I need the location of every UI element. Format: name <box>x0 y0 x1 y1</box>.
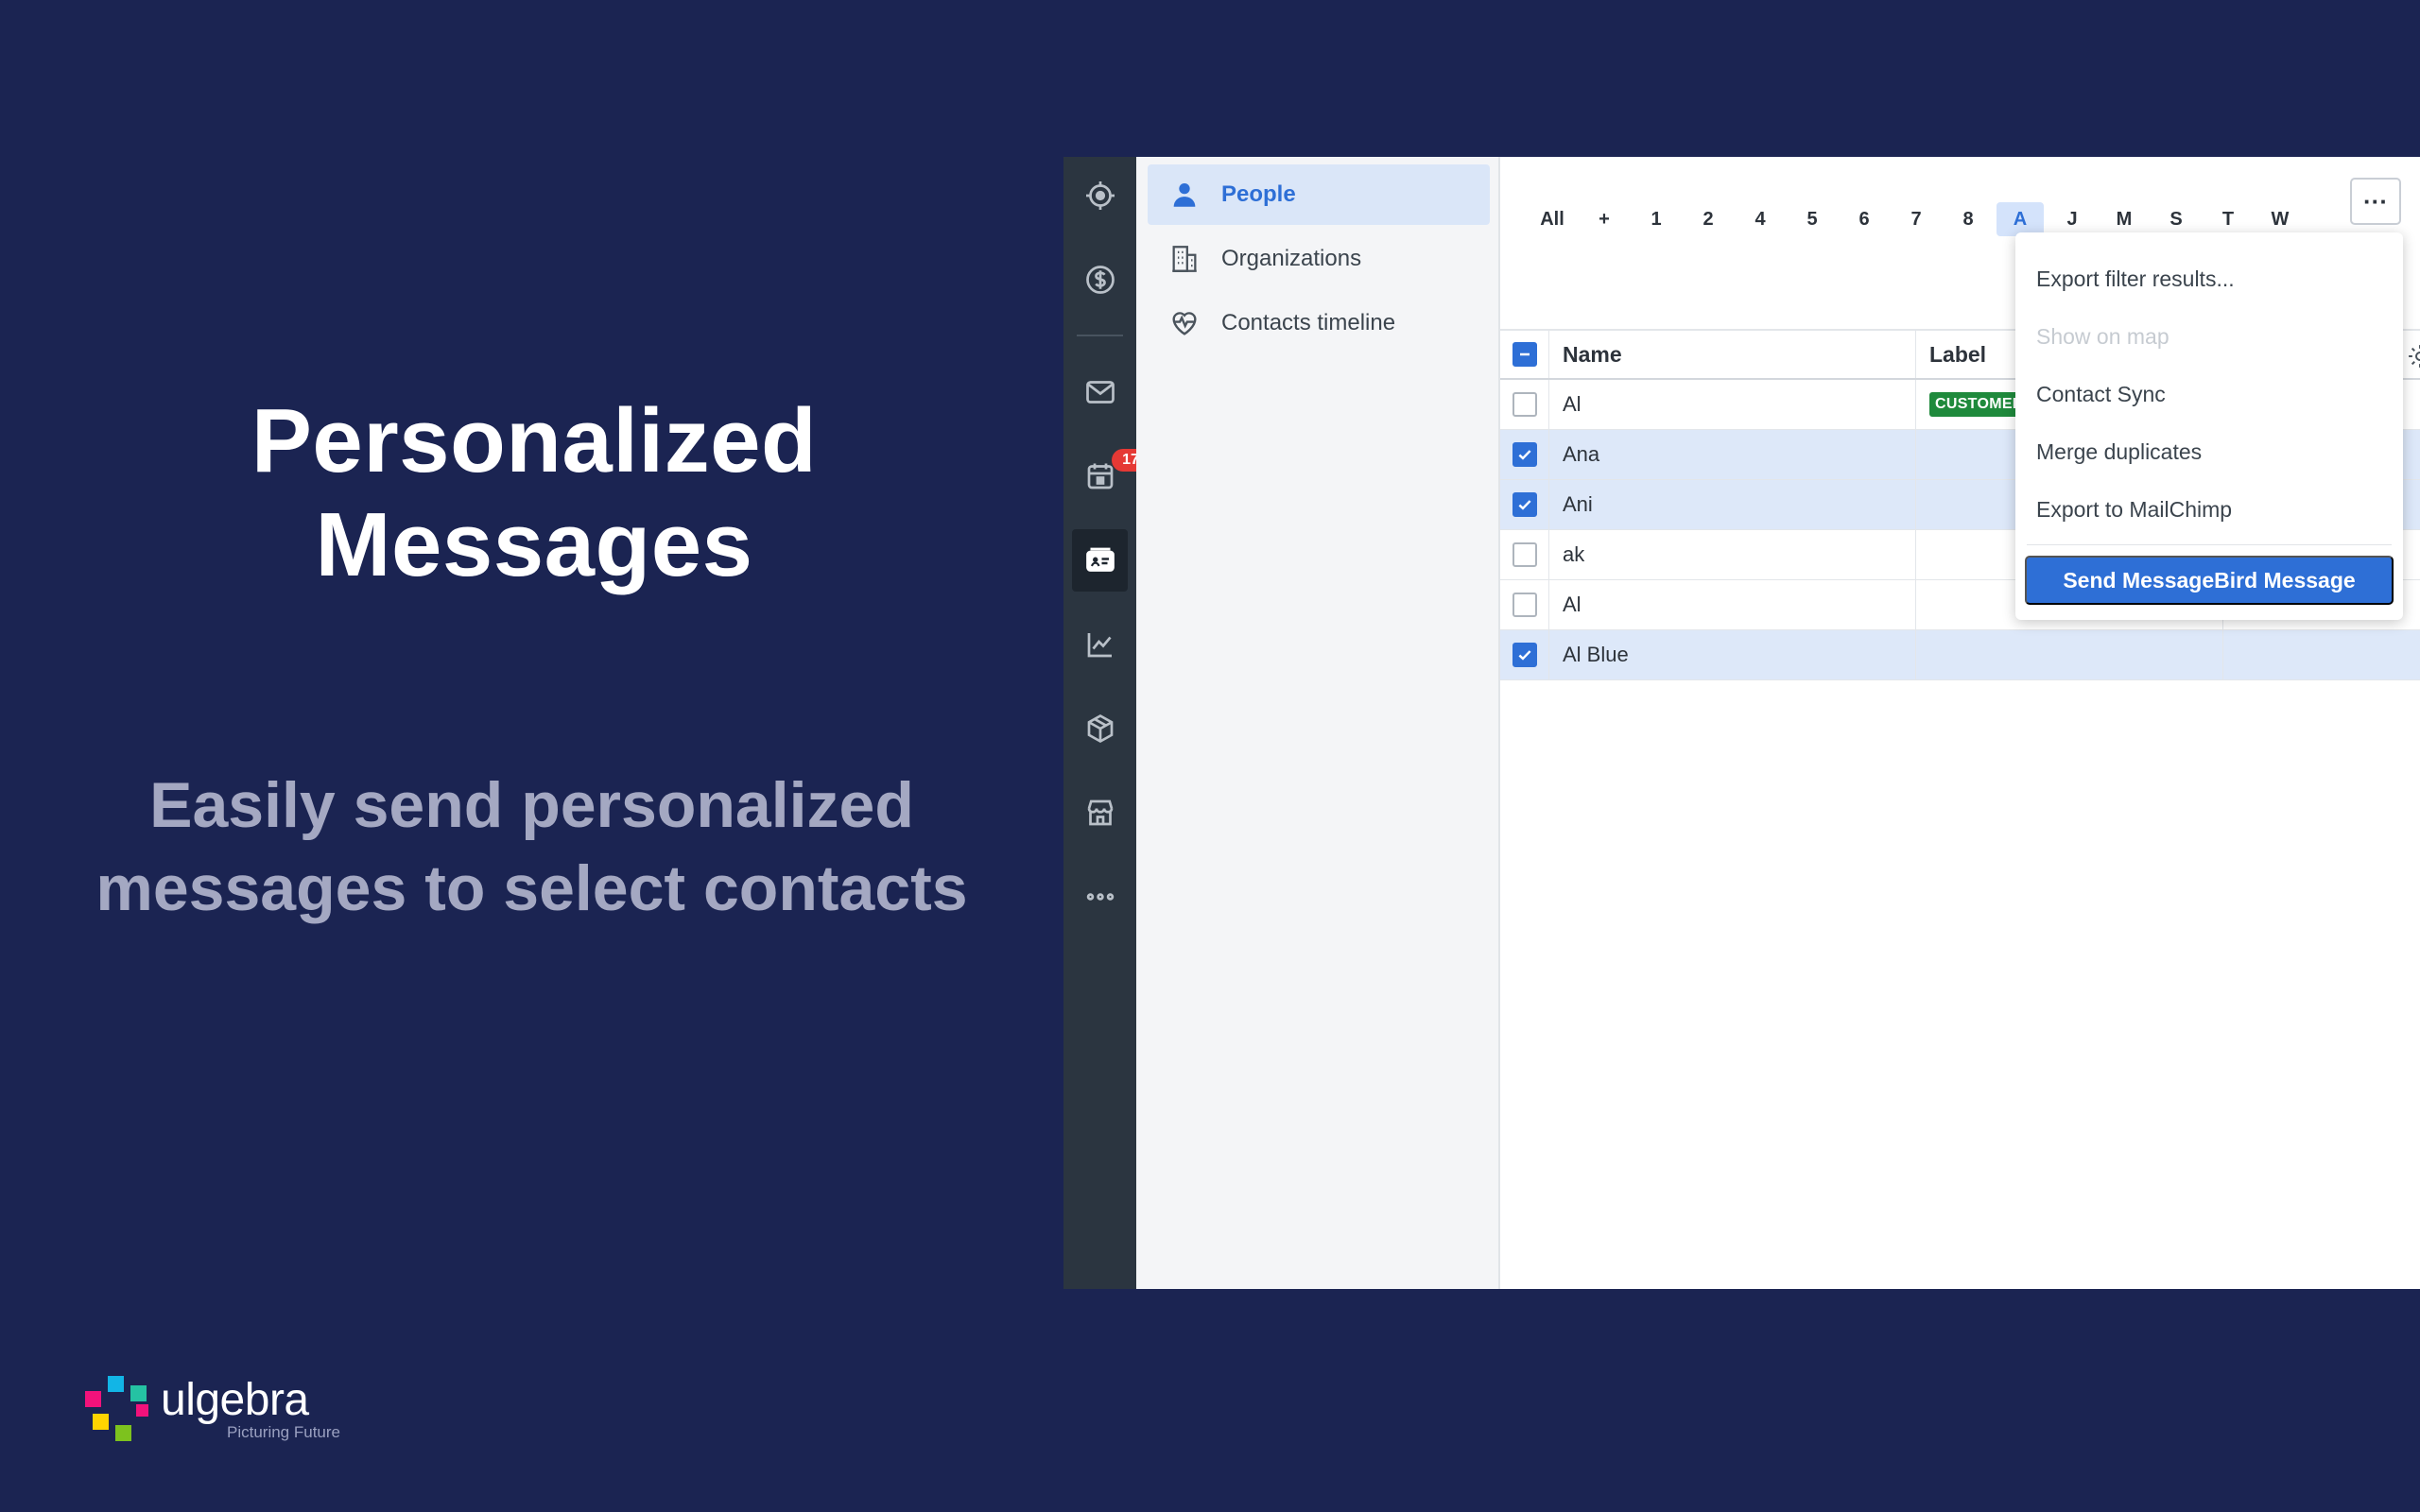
logo-square-teal <box>130 1385 147 1401</box>
row-check-cell <box>1500 430 1549 479</box>
check-icon <box>1518 450 1531 460</box>
row-name[interactable]: Ana <box>1549 430 1916 479</box>
people-list-view: All + 1 2 4 5 6 7 8 A J M S T W ··· Name… <box>1500 157 2420 1289</box>
menu-item-export-to-mailchimp[interactable]: Export to MailChimp <box>2036 497 2232 523</box>
hero-title: Personalized Messages <box>251 390 818 595</box>
logo-square-yellow <box>93 1414 109 1430</box>
column-header-name[interactable]: Name <box>1549 331 1916 378</box>
hero-subtitle: Easily send personalized messages to sel… <box>95 769 968 924</box>
contacts-subnav: People Organizations Contacts timeline <box>1136 157 1500 1289</box>
settings-gear-icon[interactable] <box>2406 342 2420 370</box>
filter-letter[interactable]: + <box>1581 202 1628 236</box>
filter-letter-active[interactable]: A <box>1996 202 2044 236</box>
rail-item-activities[interactable]: 17 <box>1072 445 1150 507</box>
row-checkbox[interactable] <box>1512 643 1537 667</box>
logo-square-magenta <box>85 1391 101 1407</box>
more-actions-button[interactable]: ··· <box>2350 178 2401 225</box>
filter-letter[interactable]: S <box>2152 202 2200 236</box>
filter-letter[interactable]: 6 <box>1841 202 1888 236</box>
row-checkbox[interactable] <box>1512 392 1537 417</box>
more-actions-menu: Export filter results... Show on map Con… <box>2015 232 2403 620</box>
menu-item-contact-sync[interactable]: Contact Sync <box>2036 382 2166 407</box>
subnav-item-organizations[interactable]: Organizations <box>1148 229 1490 289</box>
filter-letter[interactable]: All <box>1529 202 1576 236</box>
contacts-card-icon <box>1085 547 1115 572</box>
building-icon <box>1172 246 1197 272</box>
select-all-checkbox[interactable] <box>1512 342 1537 367</box>
row-name[interactable]: Al Blue <box>1549 630 1916 679</box>
rail-item-marketplace[interactable] <box>1072 782 1128 844</box>
row-check-cell <box>1500 530 1549 579</box>
row-name[interactable]: Al <box>1549 380 1916 429</box>
more-dots-icon <box>1086 893 1114 901</box>
filter-letter[interactable]: 7 <box>1893 202 1940 236</box>
row-name[interactable]: ak <box>1549 530 1916 579</box>
rail-item-deals-target[interactable] <box>1072 164 1128 227</box>
filter-letter[interactable]: W <box>2256 202 2304 236</box>
store-icon <box>1087 799 1113 826</box>
row-checkbox[interactable] <box>1512 442 1537 467</box>
row-name[interactable]: Ani <box>1549 480 1916 529</box>
subnav-label: Contacts timeline <box>1221 310 1396 335</box>
logo-wordmark: ulgebra <box>161 1375 309 1425</box>
row-check-cell <box>1500 480 1549 529</box>
menu-item-export-filter-results[interactable]: Export filter results... <box>2036 266 2235 292</box>
check-icon <box>1518 650 1531 661</box>
menu-item-merge-duplicates[interactable]: Merge duplicates <box>2036 439 2202 465</box>
row-name[interactable]: Al <box>1549 580 1916 629</box>
row-checkbox[interactable] <box>1512 542 1537 567</box>
filter-letter[interactable]: J <box>2048 202 2096 236</box>
target-icon <box>1085 181 1115 210</box>
menu-divider <box>2027 544 2392 545</box>
subnav-item-people[interactable]: People <box>1148 164 1490 225</box>
logo-tagline: Picturing Future <box>227 1423 340 1441</box>
select-all-cell <box>1500 331 1549 378</box>
filter-letter[interactable]: 2 <box>1685 202 1732 236</box>
send-messagebird-message-button[interactable]: Send MessageBird Message <box>2025 556 2394 605</box>
chart-icon <box>1087 633 1112 658</box>
row-checkbox[interactable] <box>1512 492 1537 517</box>
icon-rail: 17 <box>1063 157 1150 1289</box>
filter-letter[interactable]: 1 <box>1633 202 1680 236</box>
minus-icon <box>1519 352 1530 356</box>
filter-letter[interactable]: 4 <box>1737 202 1784 236</box>
filter-letter[interactable]: 5 <box>1789 202 1836 236</box>
subnav-item-contacts-timeline[interactable]: Contacts timeline <box>1148 293 1490 353</box>
menu-item-show-on-map: Show on map <box>2036 324 2169 349</box>
rail-item-insights[interactable] <box>1072 613 1128 676</box>
rail-item-mail[interactable] <box>1072 361 1128 423</box>
rail-item-more[interactable] <box>1072 866 1128 928</box>
heartbeat-icon <box>1172 312 1197 335</box>
alphabet-filter: All + 1 2 4 5 6 7 8 A J M S T W <box>1529 202 2308 236</box>
rail-item-contacts[interactable] <box>1072 529 1128 592</box>
logo-square-blue <box>108 1376 124 1392</box>
row-label-cell <box>1916 630 2223 679</box>
filter-letter[interactable]: 8 <box>1945 202 1992 236</box>
subnav-label: People <box>1221 181 1296 207</box>
person-icon <box>1173 182 1196 207</box>
logo-square-pink <box>136 1404 148 1417</box>
brand-logo: ulgebra Picturing Future <box>83 1372 367 1448</box>
customer-label-tag: CUSTOMER <box>1929 392 2030 417</box>
subnav-label: Organizations <box>1221 246 1362 271</box>
filter-letter[interactable]: T <box>2204 202 2252 236</box>
rail-divider <box>1077 335 1123 336</box>
table-row[interactable]: Al Blue <box>1500 630 2420 680</box>
row-check-cell <box>1500 630 1549 679</box>
filter-letter[interactable]: M <box>2100 202 2148 236</box>
row-check-cell <box>1500 380 1549 429</box>
check-icon <box>1518 500 1531 510</box>
row-checkbox[interactable] <box>1512 593 1537 617</box>
dollar-icon <box>1085 266 1115 294</box>
rail-item-deals[interactable] <box>1072 249 1128 311</box>
crm-app-window: 17 People Organizations Contacts timelin… <box>1063 157 2420 1289</box>
row-check-cell <box>1500 580 1549 629</box>
mail-icon <box>1085 381 1115 404</box>
box-icon <box>1087 713 1113 744</box>
rail-item-products[interactable] <box>1072 697 1128 760</box>
logo-square-green <box>115 1425 131 1441</box>
